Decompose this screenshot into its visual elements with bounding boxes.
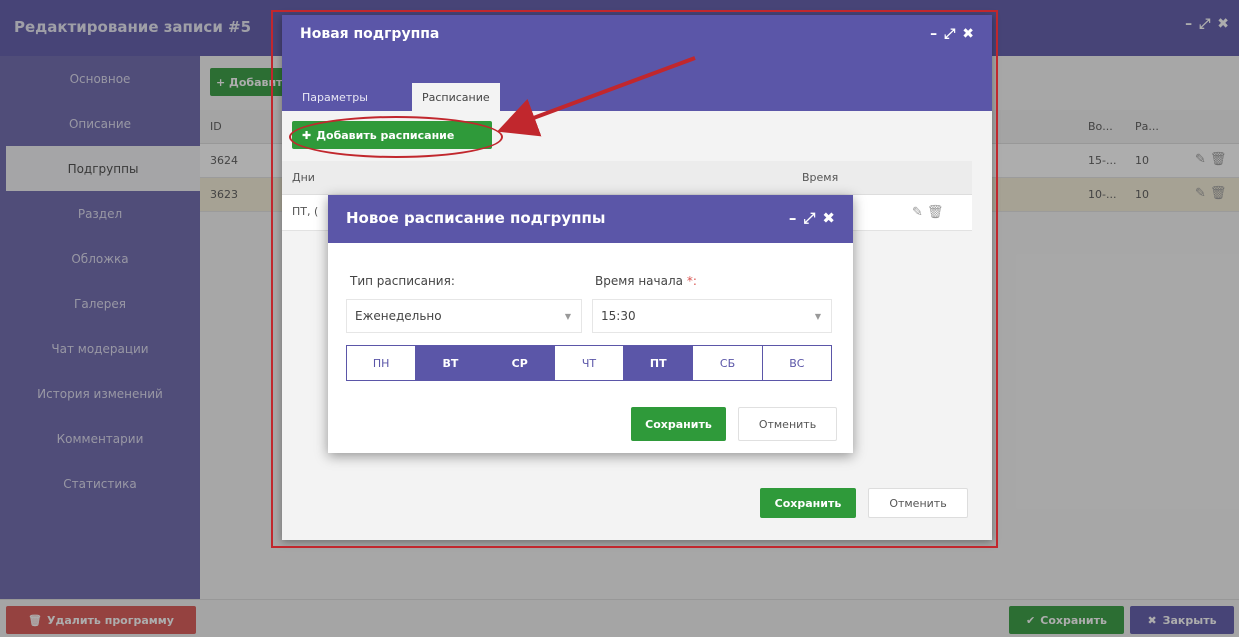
- annotation-arrow: [497, 56, 696, 137]
